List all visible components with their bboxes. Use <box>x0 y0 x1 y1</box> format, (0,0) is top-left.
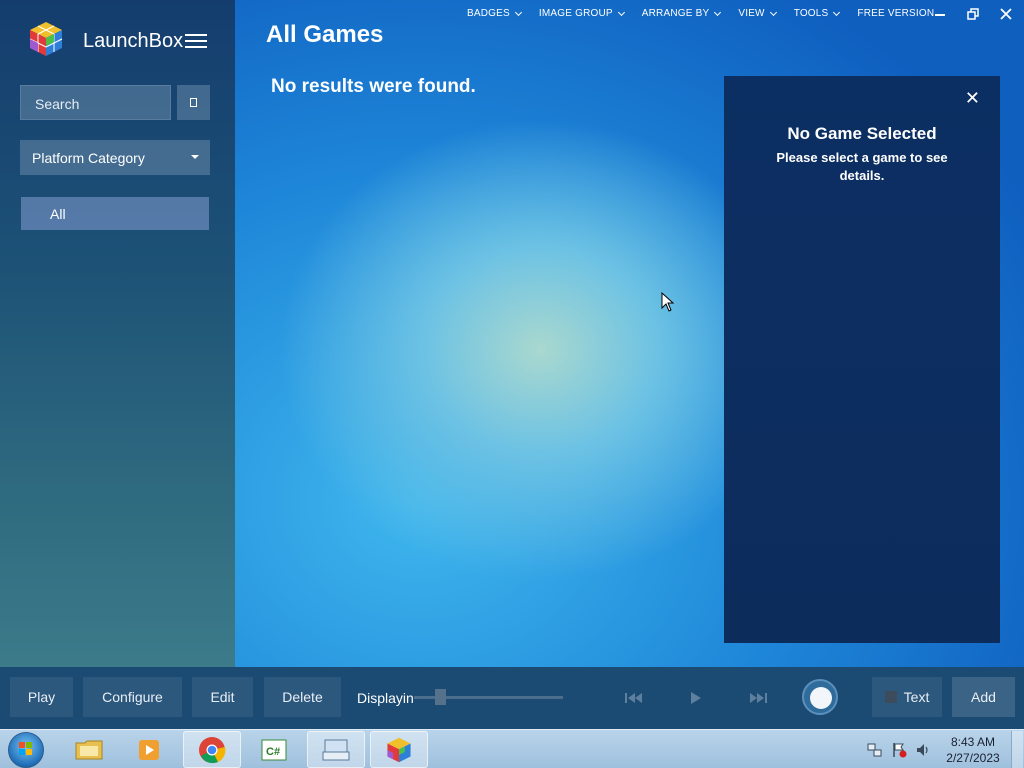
platform-category-label: Platform Category <box>32 150 145 166</box>
hamburger-menu-icon[interactable] <box>185 34 207 50</box>
add-button[interactable]: Add <box>952 677 1015 717</box>
play-button[interactable]: Play <box>10 677 73 717</box>
sidebar: LaunchBox Search Platform Category All <box>0 0 235 667</box>
menu-badges[interactable]: BADGES <box>467 8 522 19</box>
keyboard-icon <box>322 739 350 760</box>
menu-tools[interactable]: TOOLS <box>793 8 841 19</box>
windows-logo-icon <box>19 742 32 755</box>
slider-thumb[interactable] <box>435 689 446 705</box>
checkbox-icon <box>884 691 897 703</box>
details-title: No Game Selected <box>787 124 937 143</box>
media-player-icon <box>139 739 159 760</box>
network-icon[interactable] <box>867 742 883 758</box>
game-details-panel: ✕ No Game Selected Please select a game … <box>724 76 1000 643</box>
clock-time: 8:43 AM <box>950 735 996 749</box>
app-title: LaunchBox <box>83 30 184 52</box>
csharp-icon: C# <box>261 739 287 760</box>
page-title: All Games <box>266 21 384 48</box>
configure-button[interactable]: Configure <box>83 677 182 717</box>
clock-date: 2/27/2023 <box>946 751 1000 765</box>
close-icon[interactable]: ✕ <box>965 88 980 109</box>
csharp-editor-taskbar-button[interactable]: C# <box>245 731 303 768</box>
folder-icon <box>75 740 103 759</box>
chevron-down-icon <box>769 8 777 16</box>
menu-tools-label: TOOLS <box>793 8 829 19</box>
chrome-taskbar-button[interactable] <box>183 731 241 768</box>
play-icon[interactable] <box>689 691 703 705</box>
action-center-flag-icon[interactable] <box>891 742 907 758</box>
platform-category-select[interactable]: Platform Category <box>20 140 210 175</box>
media-player-taskbar-button[interactable] <box>120 731 178 768</box>
menu-view-label: VIEW <box>738 8 765 19</box>
text-toggle-label: Text <box>903 689 930 705</box>
mouse-cursor-icon <box>661 292 675 312</box>
chrome-icon <box>199 736 226 763</box>
caret-down-icon <box>191 155 199 159</box>
details-message: Please select a game to see details. <box>776 150 948 183</box>
chevron-down-icon <box>833 8 841 16</box>
square-icon <box>190 98 197 107</box>
menu-arrange-by[interactable]: ARRANGE BY <box>641 8 722 19</box>
skip-previous-icon[interactable] <box>624 691 644 705</box>
search-clear-button[interactable] <box>177 85 210 120</box>
restore-icon[interactable] <box>965 6 981 22</box>
menu-image-group[interactable]: IMAGE GROUP <box>538 8 625 19</box>
show-desktop-button[interactable] <box>1011 731 1023 768</box>
chevron-down-icon <box>514 8 522 16</box>
launchbox-taskbar-button[interactable] <box>370 731 428 768</box>
close-icon[interactable] <box>998 6 1014 22</box>
empty-results-message: No results were found. <box>271 76 476 97</box>
volume-knob[interactable] <box>802 679 838 715</box>
top-menu: BADGES IMAGE GROUP ARRANGE BY VIEW TOOLS… <box>467 8 952 19</box>
windows-taskbar: C# 8:43 AM 2/27/2023 <box>0 729 1024 768</box>
launchbox-logo-icon <box>29 22 63 56</box>
display-size-label: Displayin <box>357 690 414 706</box>
minimize-icon[interactable] <box>932 6 948 22</box>
search-input[interactable]: Search <box>20 85 171 120</box>
delete-button[interactable]: Delete <box>264 677 341 717</box>
sidebar-item-all[interactable]: All <box>21 197 209 230</box>
on-screen-keyboard-taskbar-button[interactable] <box>307 731 365 768</box>
bottom-toolbar: Play Configure Edit Delete Displayin Tex… <box>0 667 1024 729</box>
menu-free-version[interactable]: FREE VERSION <box>857 8 934 19</box>
system-clock[interactable]: 8:43 AM 2/27/2023 <box>940 734 1006 766</box>
menu-image-group-label: IMAGE GROUP <box>538 8 613 19</box>
text-toggle-button[interactable]: Text <box>872 677 942 717</box>
svg-text:C#: C# <box>266 746 280 758</box>
knob-indicator <box>810 687 832 709</box>
chevron-down-icon <box>714 8 722 16</box>
menu-view[interactable]: VIEW <box>738 8 777 19</box>
skip-next-icon[interactable] <box>748 691 768 705</box>
menu-free-version-label: FREE VERSION <box>857 8 935 19</box>
windows-start-button[interactable] <box>8 732 44 768</box>
speaker-icon[interactable] <box>915 742 931 758</box>
chevron-down-icon <box>617 8 625 16</box>
file-explorer-taskbar-button[interactable] <box>60 731 118 768</box>
edit-button[interactable]: Edit <box>192 677 253 717</box>
menu-badges-label: BADGES <box>467 8 510 19</box>
launchbox-icon <box>387 737 411 762</box>
menu-arrange-by-label: ARRANGE BY <box>641 8 710 19</box>
